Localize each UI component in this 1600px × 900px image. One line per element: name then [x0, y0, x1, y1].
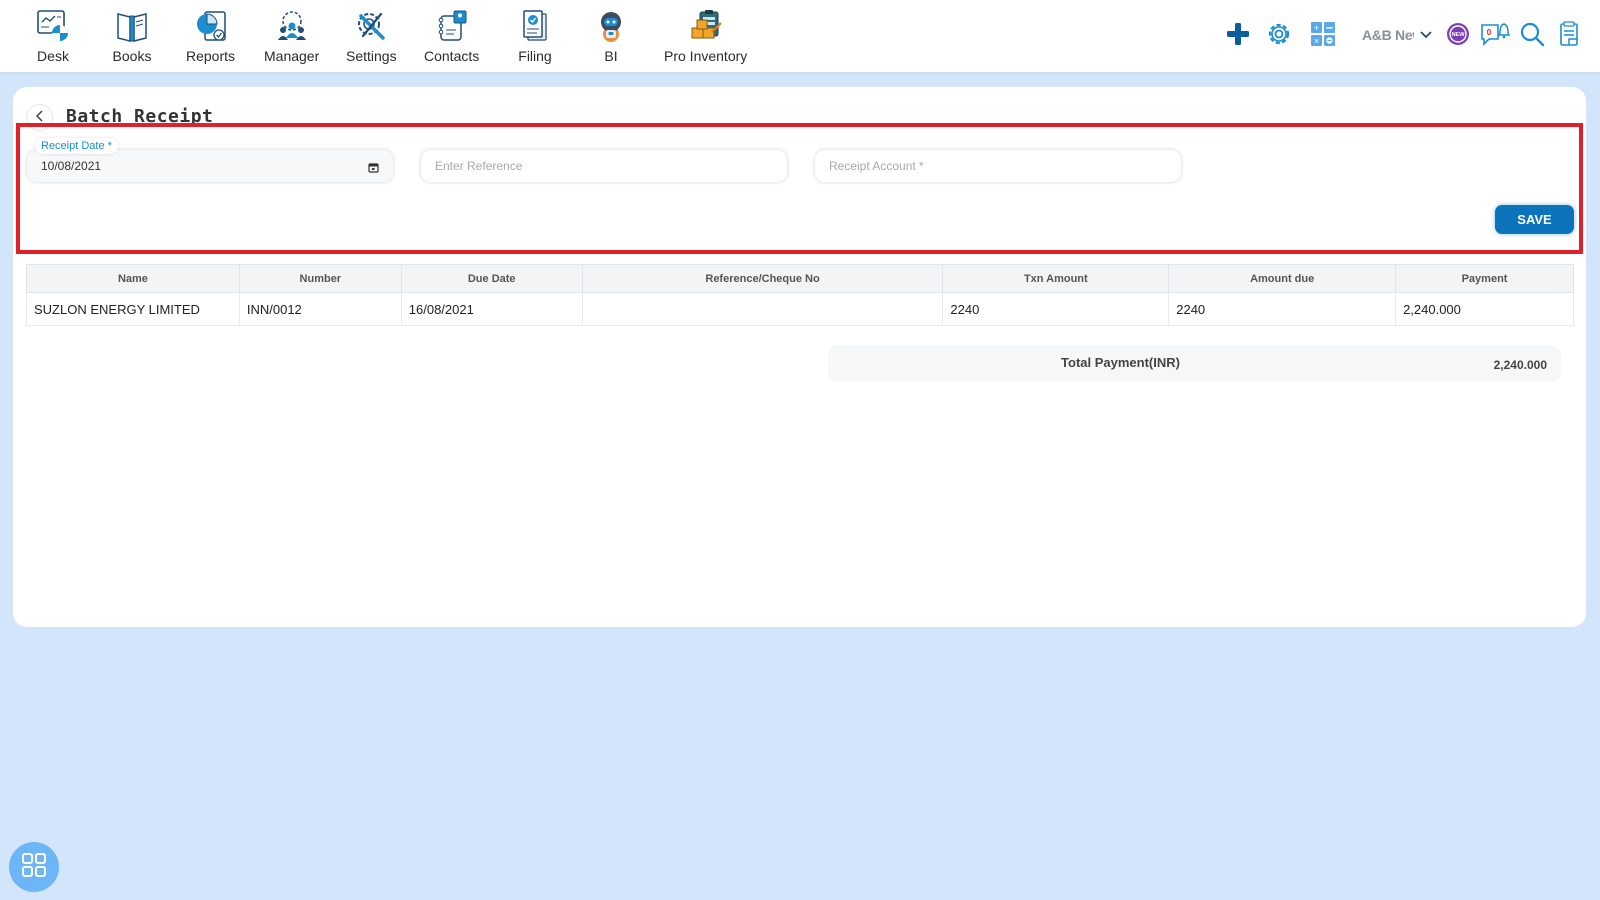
receipt-account-field	[815, 150, 1181, 182]
new-badge-icon: NEW	[1446, 22, 1470, 51]
column-header-payment: Payment	[1395, 264, 1574, 293]
company-dropdown-button[interactable]	[1416, 18, 1436, 54]
cell-payment[interactable]: 2,240.000	[1395, 292, 1574, 326]
grid-icon	[21, 852, 47, 883]
apps-menu-button[interactable]	[9, 842, 59, 892]
column-header-amount-due: Amount due	[1168, 264, 1397, 293]
svg-text:+: +	[1314, 23, 1319, 33]
total-payment-label: Total Payment(INR)	[1061, 355, 1180, 370]
search-icon	[1519, 21, 1545, 52]
receipt-account-input[interactable]	[815, 150, 1181, 182]
highlight-box	[16, 123, 1583, 254]
cell-amount-due: 2240	[1168, 292, 1397, 326]
receipt-date-field: Receipt Date *	[27, 138, 393, 182]
column-header-name: Name	[26, 264, 240, 293]
total-payment-value: 2,240.000	[1493, 358, 1547, 372]
notifications-button[interactable]: 0	[1479, 18, 1511, 54]
notification-bell-icon: 0	[1480, 20, 1511, 53]
save-button[interactable]: SAVE	[1495, 205, 1574, 234]
calculator-icon: + ×	[1311, 21, 1335, 51]
receipt-date-input[interactable]	[27, 150, 393, 182]
receipt-date-label: Receipt Date *	[35, 138, 118, 154]
gear-icon	[1265, 20, 1293, 53]
column-header-due-date: Due Date	[400, 264, 583, 293]
column-header-number: Number	[238, 264, 402, 293]
document-icon	[1559, 20, 1581, 52]
reference-input[interactable]	[421, 150, 787, 182]
column-header-reference: Reference/Cheque No	[581, 264, 944, 293]
chevron-down-icon	[1419, 27, 1433, 45]
total-payment-summary: Total Payment(INR) 2,240.000	[828, 345, 1561, 382]
table-header-row: Name Number Due Date Reference/Cheque No…	[26, 264, 1574, 293]
search-button[interactable]	[1516, 18, 1548, 54]
documents-button[interactable]	[1554, 18, 1586, 54]
invoice-table: Name Number Due Date Reference/Cheque No…	[26, 264, 1574, 326]
cell-name: SUZLON ENERGY LIMITED	[26, 292, 240, 326]
table-row[interactable]: SUZLON ENERGY LIMITED INN/0012 16/08/202…	[26, 292, 1574, 326]
calendar-icon[interactable]	[368, 160, 379, 173]
company-selector-label[interactable]: A&B New	[1362, 27, 1414, 43]
header-tools: +× A&B New NEW 0	[0, 18, 1600, 54]
new-badge-text: NEW	[1452, 32, 1466, 38]
cell-txn-amount: 2240	[942, 292, 1170, 326]
reference-field	[421, 150, 787, 182]
notification-count: 0	[1487, 28, 1492, 37]
batch-receipt-card: Batch Receipt Receipt Date * SAVE Name N…	[13, 87, 1586, 627]
cell-number: INN/0012	[238, 292, 402, 326]
settings-button[interactable]	[1263, 18, 1295, 54]
svg-text:×: ×	[1314, 36, 1319, 46]
calculator-button[interactable]: + ×	[1307, 18, 1339, 54]
column-header-txn-amount: Txn Amount	[942, 264, 1170, 293]
plus-icon	[1226, 22, 1250, 51]
top-navigation-bar: Desk Books Reports Manager Settings Cont…	[0, 0, 1600, 72]
add-button[interactable]	[1222, 18, 1254, 54]
cell-reference[interactable]	[581, 292, 944, 326]
cell-due-date: 16/08/2021	[400, 292, 583, 326]
whats-new-button[interactable]: NEW	[1442, 18, 1474, 54]
